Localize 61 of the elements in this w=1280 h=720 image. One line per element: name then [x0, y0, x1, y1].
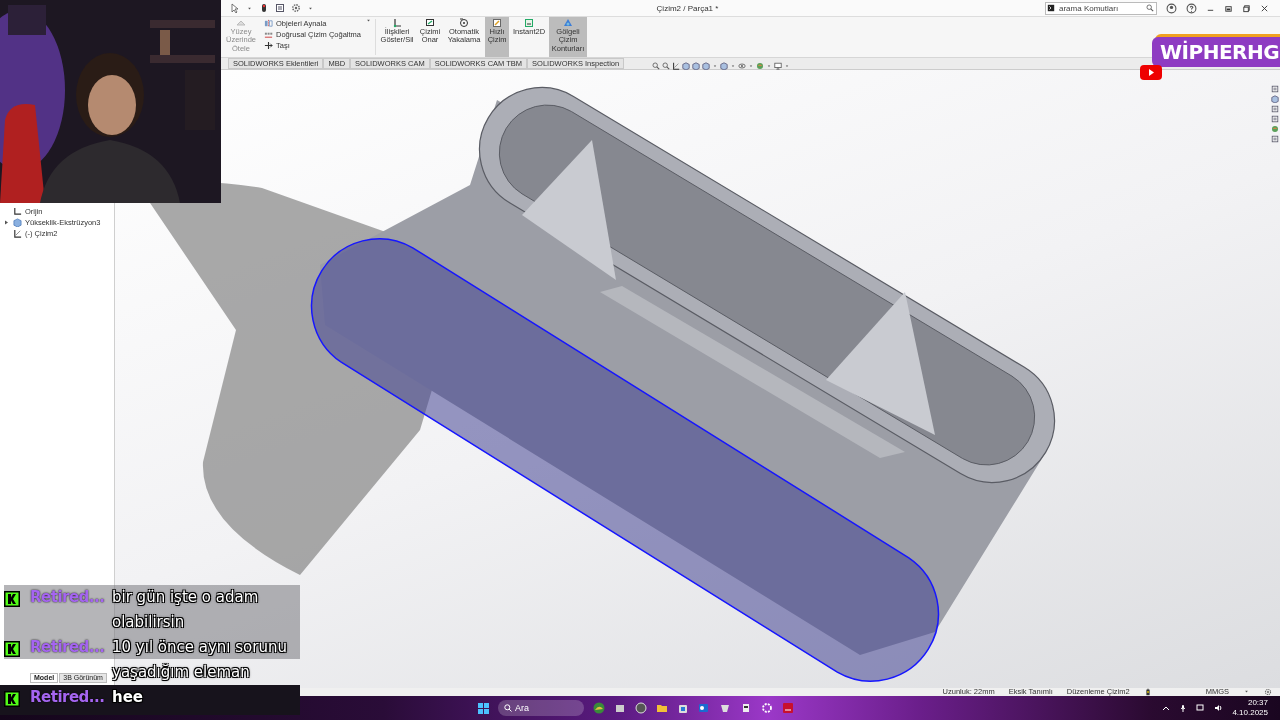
widget-icon[interactable]	[593, 702, 605, 714]
zoom-icon[interactable]	[652, 61, 660, 70]
document-icon[interactable]	[275, 3, 285, 13]
settings-icon[interactable]	[1264, 687, 1272, 696]
monitor-icon[interactable]	[774, 61, 782, 70]
channel-name: WİPHERHG	[1152, 37, 1280, 67]
pencil-icon[interactable]	[672, 61, 680, 70]
scene-icon[interactable]	[756, 61, 764, 70]
expand-arrow-icon[interactable]	[4, 220, 9, 225]
app-icon[interactable]	[782, 702, 794, 714]
platform-icon	[4, 691, 20, 707]
sketch-icon	[524, 18, 535, 28]
battery-icon	[1143, 687, 1152, 696]
command-icon	[1047, 4, 1055, 12]
mirror-icon	[264, 19, 273, 28]
start-icon[interactable]	[478, 702, 489, 714]
window-title: Çizim2 / Parça1 *	[655, 3, 720, 13]
pattern-icon	[264, 30, 273, 39]
chat-username: Retired...	[30, 637, 106, 658]
chat-message: bir gün işte o adam olabilirsin	[112, 587, 260, 633]
search-field[interactable]: arama Komutları	[1045, 1, 1157, 15]
quick-sketch-icon	[492, 18, 503, 28]
chat-username: Retired...	[30, 687, 106, 708]
document-icon[interactable]	[1271, 105, 1279, 113]
mail-icon[interactable]	[698, 702, 710, 714]
settings-icon[interactable]	[291, 3, 301, 13]
platform-icon	[4, 591, 20, 607]
platform-icon	[4, 641, 20, 657]
maximize-icon[interactable]	[1242, 3, 1251, 13]
chat-message: hee	[112, 687, 145, 708]
play-icon	[1140, 65, 1162, 80]
clock-date[interactable]: 4.10.2025	[1232, 708, 1268, 718]
search-icon	[1146, 4, 1154, 12]
scene-icon[interactable]	[1271, 125, 1279, 133]
traffic-light-icon[interactable]	[259, 3, 269, 13]
cube-icon[interactable]	[720, 61, 728, 70]
search-icon	[504, 704, 512, 712]
close-icon[interactable]	[1260, 3, 1269, 13]
restore-icon[interactable]	[1224, 3, 1233, 13]
clock-time[interactable]: 20:37	[1247, 698, 1268, 708]
selected-sketch-face[interactable]	[310, 238, 940, 682]
help-icon[interactable]	[1186, 2, 1197, 14]
move-icon	[264, 41, 273, 50]
pointer-icon[interactable]	[230, 3, 240, 13]
speaker-icon[interactable]	[1214, 704, 1224, 712]
origin-icon	[13, 207, 22, 216]
store-icon[interactable]	[677, 702, 689, 714]
user-icon[interactable]	[1166, 2, 1177, 14]
document-icon[interactable]	[1271, 135, 1279, 143]
window-icon[interactable]	[614, 702, 626, 714]
chevron-icon[interactable]	[1162, 704, 1171, 712]
sketch-icon	[13, 229, 22, 238]
eye-icon[interactable]	[738, 61, 746, 70]
chat-username: Retired...	[30, 587, 106, 608]
shading-icon	[563, 18, 574, 28]
cube-icon[interactable]	[1271, 95, 1279, 103]
microphone-icon[interactable]	[1179, 704, 1188, 712]
zoom-icon[interactable]	[662, 61, 670, 70]
relation-icon	[392, 18, 403, 28]
snap-icon	[459, 18, 470, 28]
feature-icon	[13, 218, 22, 227]
